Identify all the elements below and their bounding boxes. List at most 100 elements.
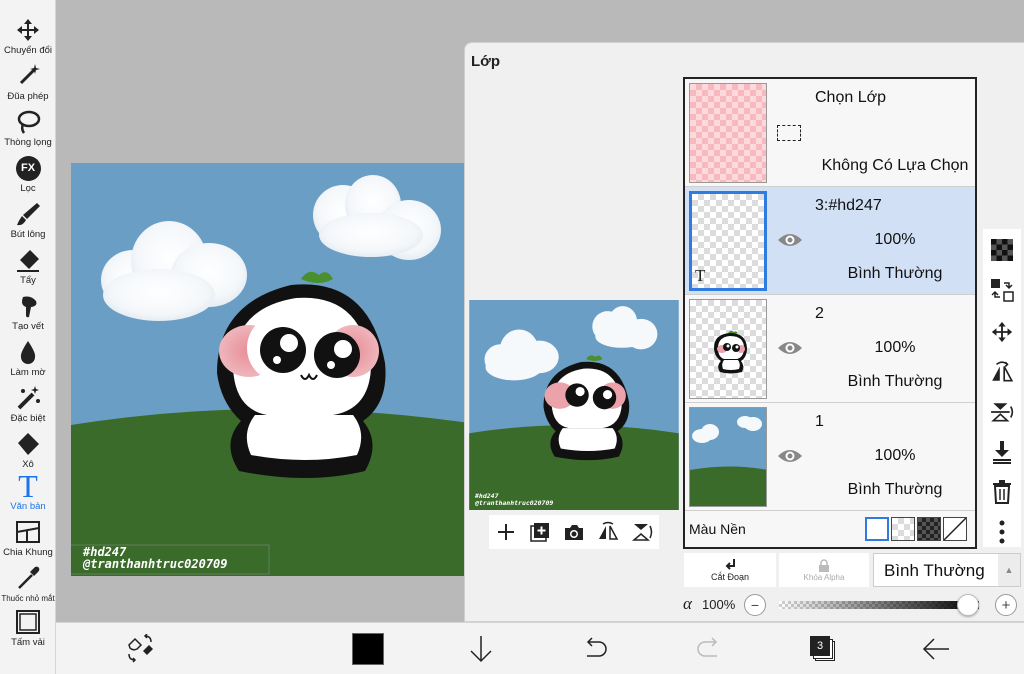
opacity-decrease-button[interactable]: − (744, 594, 766, 616)
swap-layer-icon[interactable] (989, 277, 1015, 303)
tool-special[interactable]: Đặc biệt (0, 382, 56, 428)
selection-layer-thumbnail (689, 83, 767, 183)
frame-divider-icon (14, 518, 42, 546)
undo-icon[interactable] (577, 631, 613, 667)
tool-text[interactable]: T Văn bản (0, 470, 56, 516)
flip-horizontal-icon[interactable] (595, 519, 621, 545)
clip-arrow-icon (725, 559, 735, 570)
tool-canvas[interactable]: Tấm vải (0, 606, 56, 652)
tool-label: Chia Khung (3, 547, 53, 558)
tool-brush[interactable]: Bút lông (0, 198, 56, 244)
opacity-slider-row: α 100% − + (465, 591, 1024, 619)
visibility-eye-icon[interactable] (777, 339, 803, 357)
drawing-canvas[interactable]: #hd247 @tranthanhtruc020709 (71, 163, 483, 576)
lock-icon (819, 558, 829, 572)
checker-transparency-icon[interactable] (989, 237, 1015, 263)
magic-wand-icon (14, 62, 42, 90)
primary-color-swatch[interactable] (350, 631, 386, 667)
add-layer-icon[interactable] (493, 519, 519, 545)
opacity-slider-thumb[interactable] (957, 594, 979, 616)
layer-blend-mode: Bình Thường (847, 481, 943, 498)
tool-label: Làm mờ (10, 367, 46, 378)
redo-icon[interactable] (691, 631, 727, 667)
tool-label: Thuốc nhỏ mắt (1, 594, 55, 603)
tool-label: Tạo vết (12, 321, 44, 332)
trash-icon[interactable] (989, 479, 1015, 505)
tool-transform[interactable]: Chuyển đổi (0, 14, 56, 60)
arrow-down-icon[interactable] (463, 631, 499, 667)
tool-filter[interactable]: FX Lọc (0, 152, 56, 198)
fx-filter-icon: FX (14, 154, 42, 182)
canvas-artwork (71, 163, 483, 576)
tool-label: Bút lông (10, 229, 46, 240)
opacity-value: 100% (702, 597, 736, 612)
layer-thumbnail (689, 299, 767, 399)
bucket-icon (14, 430, 42, 458)
selection-layer-name: Chọn Lớp (815, 89, 886, 106)
more-options-icon[interactable] (989, 519, 1015, 545)
tool-frame-divider[interactable]: Chia Khung (0, 516, 56, 562)
visibility-eye-icon[interactable] (777, 447, 803, 465)
blend-mode-select[interactable]: Bình Thường ▲ (873, 553, 1021, 587)
tool-label: Thòng lọng (4, 137, 52, 148)
app-window: Chuyển đổi Đũa phép Thòng lọng FX Lọc Bú… (0, 0, 1024, 674)
clipping-button[interactable]: Cắt Đoạn (684, 553, 776, 587)
clipping-label: Cắt Đoạn (710, 572, 750, 582)
move-layer-icon[interactable] (989, 319, 1015, 345)
bg-swatch-dark-checker[interactable] (917, 517, 941, 541)
layer-blend-mode: Bình Thường (847, 265, 943, 282)
layer-row-3[interactable]: T 3:#hd247 100% Bình Thường (685, 187, 975, 295)
alpha-symbol: α (683, 594, 692, 613)
tool-eraser[interactable]: Tẩy (0, 244, 56, 290)
preview-watermark-2: @tranthanhtruc020709 (475, 499, 554, 507)
layer-name: 3:#hd247 (815, 197, 882, 214)
text-layer-badge: T (695, 266, 706, 285)
tool-lasso[interactable]: Thòng lọng (0, 106, 56, 152)
tool-magic-wand[interactable]: Đũa phép (0, 60, 56, 106)
bg-swatch-white[interactable] (865, 517, 889, 541)
tool-blur[interactable]: Làm mờ (0, 336, 56, 382)
eyedropper-icon (14, 564, 42, 592)
lasso-icon (14, 108, 42, 136)
alpha-lock-button[interactable]: Khóa Alpha (779, 553, 869, 587)
flip-horizontal-icon[interactable] (989, 359, 1015, 385)
flip-vertical-icon[interactable] (989, 399, 1015, 425)
layer-thumbnail: T (689, 191, 767, 291)
bg-swatch-none[interactable] (943, 517, 967, 541)
tool-smudge[interactable]: Tạo vết (0, 290, 56, 336)
add-layer-copy-icon[interactable] (527, 519, 553, 545)
selection-layer-row[interactable]: Chọn Lớp Không Có Lựa Chọn (685, 79, 975, 187)
merge-down-icon[interactable] (989, 439, 1015, 465)
layer-preview: #hd247 @tranthanhtruc020709 (469, 300, 679, 510)
blend-mode-value: Bình Thường (884, 561, 985, 580)
text-icon: T (18, 468, 38, 504)
back-arrow-icon[interactable] (918, 631, 954, 667)
tool-eyedropper[interactable]: Thuốc nhỏ mắt (0, 562, 56, 608)
tool-label: Chuyển đổi (3, 45, 53, 56)
brush-icon (14, 200, 42, 228)
alpha-lock-label: Khóa Alpha (803, 572, 845, 582)
camera-icon[interactable] (561, 519, 587, 545)
marquee-selection-icon (777, 125, 801, 141)
watermark-line-2: @tranthanhtruc020709 (83, 557, 228, 571)
eraser-icon (14, 246, 42, 274)
layer-row-1[interactable]: 1 100% Bình Thường (685, 403, 975, 511)
opacity-increase-button[interactable]: + (995, 594, 1017, 616)
brush-eraser-swap-icon[interactable] (122, 631, 158, 667)
tool-sidebar: Chuyển đổi Đũa phép Thòng lọng FX Lọc Bú… (0, 0, 56, 674)
layer-row-2[interactable]: 2 100% Bình Thường (685, 295, 975, 403)
tool-label: Văn bản (10, 501, 46, 512)
layers-count-button[interactable]: 3 (805, 631, 841, 667)
layers-count-badge: 3 (810, 636, 830, 656)
canvas-icon (14, 608, 42, 636)
layer-list: Chọn Lớp Không Có Lựa Chọn T 3:#hd247 10… (683, 77, 977, 549)
layer-opacity: 100% (874, 339, 916, 356)
bottom-toolbar: 3 (56, 622, 1024, 674)
layer-name: 1 (815, 413, 824, 430)
visibility-eye-icon[interactable] (777, 231, 803, 249)
panel-title: Lớp (471, 53, 500, 70)
flip-vertical-icon[interactable] (629, 519, 655, 545)
bg-swatch-transparent[interactable] (891, 517, 915, 541)
opacity-slider-track[interactable] (779, 594, 979, 616)
layer-opacity: 100% (874, 231, 916, 248)
